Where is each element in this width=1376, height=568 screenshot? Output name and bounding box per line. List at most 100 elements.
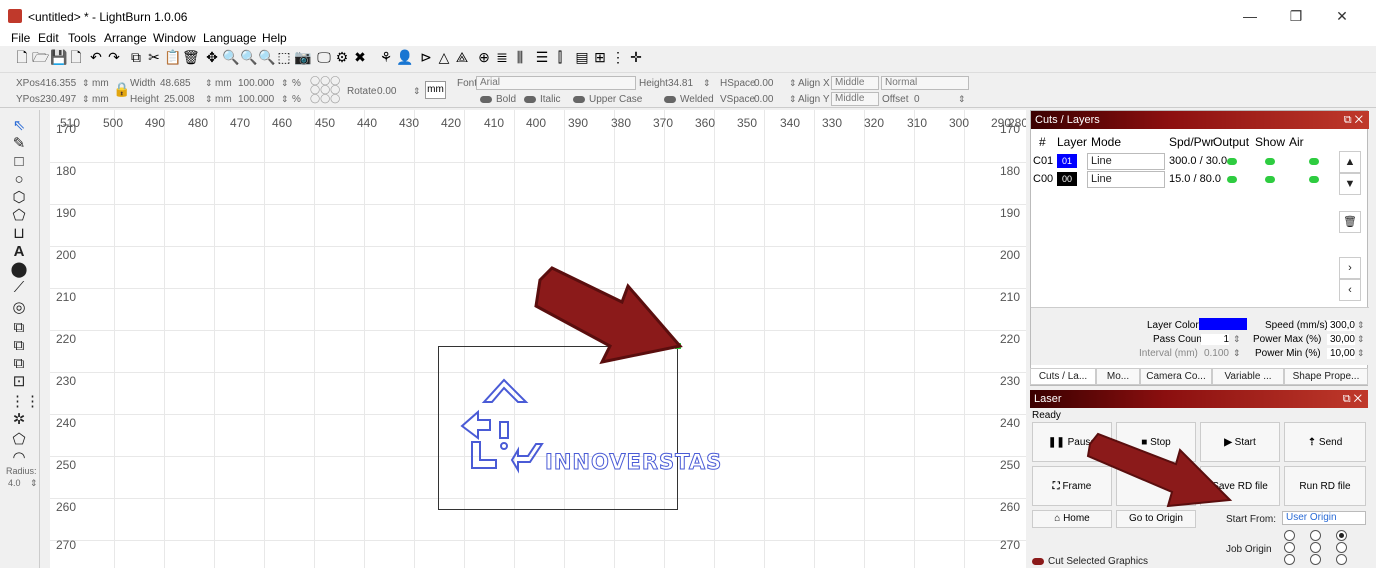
dock-icon[interactable]: ⋮	[610, 49, 626, 65]
polygon-tool-icon[interactable]: ⬡	[10, 190, 28, 206]
radius-field[interactable]: 4.0	[8, 478, 21, 488]
boolean-intersect-icon[interactable]: ⧉	[10, 356, 28, 372]
home-button[interactable]: ⌂ Home	[1032, 510, 1112, 528]
menu-edit[interactable]: Edit	[38, 31, 59, 45]
restore-button[interactable]: ❐	[1276, 6, 1316, 26]
layer-mode-select[interactable]: Line	[1087, 153, 1165, 170]
menu-window[interactable]: Window	[153, 31, 196, 45]
flip-horizontal-icon[interactable]: ⊳	[418, 49, 434, 65]
offset-tool-icon[interactable]: ◎	[10, 300, 28, 316]
show-toggle[interactable]	[1265, 176, 1275, 183]
layer-color-picker[interactable]	[1199, 318, 1247, 330]
distribute-icon[interactable]: ☰	[534, 49, 550, 65]
zoom-fit-icon[interactable]: 🔍	[258, 49, 275, 65]
width-spinner[interactable]: ⇕	[205, 78, 213, 89]
monitor-icon[interactable]: 🖵	[316, 49, 332, 65]
open-file-icon[interactable]: 🗁	[32, 49, 49, 65]
hspace-spinner[interactable]: ⇕	[789, 78, 797, 89]
tab-move[interactable]: Mo...	[1096, 368, 1140, 385]
rotate-field[interactable]: 0.00	[377, 86, 396, 97]
zoom-out-icon[interactable]: 🔍	[240, 49, 257, 65]
user-icon[interactable]: 👤	[396, 49, 413, 65]
menu-file[interactable]: File	[11, 31, 30, 45]
power-max-spinner[interactable]: ⇕	[1357, 334, 1365, 345]
rectangle-tool-icon[interactable]: □	[10, 154, 28, 170]
camera-icon[interactable]: 📷	[294, 49, 311, 65]
offset-field[interactable]: 0	[914, 94, 920, 105]
new-file-icon[interactable]: 🗋	[14, 49, 30, 65]
minimize-button[interactable]: —	[1230, 6, 1270, 26]
center-icon[interactable]: ⊕	[476, 49, 492, 65]
power-max-field[interactable]: 30,00	[1327, 334, 1355, 345]
align-y-select[interactable]: Middle	[831, 92, 879, 106]
arrange-icon[interactable]: ▤	[574, 49, 590, 65]
send-button[interactable]: ⇡ Send	[1284, 422, 1366, 462]
paste-icon[interactable]: 📋	[164, 49, 181, 65]
boolean-union-icon[interactable]: ⧉	[10, 320, 28, 336]
show-toggle[interactable]	[1265, 158, 1275, 165]
undo-icon[interactable]: ↶	[88, 49, 104, 65]
bold-toggle[interactable]: Bold	[480, 94, 516, 105]
job-origin-radio[interactable]	[1284, 554, 1295, 565]
workspace-canvas[interactable]: 510 500 490 480 470 460 450 440 430 420 …	[50, 110, 1026, 568]
distribute-v-icon[interactable]: ⫿	[552, 49, 568, 65]
height-spinner[interactable]: ⇕	[205, 94, 213, 105]
frame-selection-icon[interactable]: ⬚	[276, 49, 292, 65]
width-field[interactable]: 48.685	[160, 78, 191, 89]
position-laser-icon[interactable]: ⬤	[10, 262, 28, 278]
font-height-spinner[interactable]: ⇕	[703, 78, 711, 89]
settings-icon[interactable]: ⚙	[334, 49, 350, 65]
mirror-icon[interactable]: ⟁	[454, 49, 470, 65]
job-origin-radio[interactable]	[1284, 530, 1295, 541]
align-icon[interactable]: ≣	[494, 49, 510, 65]
xpos-spinner[interactable]: ⇕	[82, 78, 90, 89]
pass-count-spinner[interactable]: ⇕	[1233, 334, 1241, 345]
delete-icon[interactable]: 🗑	[182, 49, 200, 65]
save-as-icon[interactable]: 🗋	[68, 49, 84, 65]
flip-vertical-icon[interactable]: △	[436, 49, 452, 65]
rotate-spinner[interactable]: ⇕	[413, 86, 421, 97]
air-toggle[interactable]	[1309, 158, 1319, 165]
layer-color-swatch[interactable]: 00	[1057, 172, 1077, 186]
tools-icon[interactable]: ✖	[352, 49, 368, 65]
job-origin-radio[interactable]	[1284, 542, 1295, 553]
ypos-field[interactable]: 230.497	[40, 94, 76, 105]
font-height-field[interactable]: 34.81	[668, 78, 693, 89]
ellipse-tool-icon[interactable]: ○	[10, 172, 28, 188]
width-percent-field[interactable]: 100.000	[238, 78, 274, 89]
job-origin-radio-selected[interactable]	[1336, 530, 1347, 541]
panel-close-icon[interactable]: ⧉ ✕	[1344, 111, 1363, 129]
tab-camera-control[interactable]: Camera Co...	[1140, 368, 1212, 385]
cut-selected-toggle[interactable]: Cut Selected Graphics	[1032, 556, 1148, 567]
origin-selector[interactable]: ◯◯◯ ◯◯◯ ◯◯◯	[310, 76, 342, 106]
job-origin-radio[interactable]	[1336, 554, 1347, 565]
font-select[interactable]: Arial	[476, 76, 636, 90]
layer-mode-select[interactable]: Line	[1087, 171, 1165, 188]
draw-lines-icon[interactable]: ⬠	[10, 208, 28, 224]
menu-language[interactable]: Language	[203, 31, 256, 45]
grid-icon[interactable]: ⊞	[592, 49, 608, 65]
layer-row[interactable]: C01 01 Line 300.0 / 30.0	[1031, 153, 1337, 171]
run-rd-button[interactable]: Run RD file	[1284, 466, 1366, 506]
radius-spinner[interactable]: ⇕	[30, 478, 38, 489]
ypos-spinner[interactable]: ⇕	[82, 94, 90, 105]
edit-nodes-icon[interactable]: ✎	[10, 136, 28, 152]
frame-tool-icon[interactable]: ⊔	[10, 226, 28, 242]
vspace-field[interactable]: 0.00	[754, 94, 773, 105]
copy-icon[interactable]: ⧉	[128, 49, 144, 65]
job-origin-radio[interactable]	[1336, 542, 1347, 553]
job-origin-radio[interactable]	[1310, 530, 1321, 541]
italic-toggle[interactable]: Italic	[524, 94, 561, 105]
power-min-field[interactable]: 10,00	[1327, 348, 1355, 359]
height-percent-spinner[interactable]: ⇕	[281, 94, 289, 105]
panel-close-icon[interactable]: ⧉ ✕	[1343, 390, 1362, 408]
cut-icon[interactable]: ✂	[146, 49, 162, 65]
zoom-in-icon[interactable]: 🔍	[222, 49, 239, 65]
close-button[interactable]: ✕	[1322, 6, 1362, 26]
speed-spinner[interactable]: ⇕	[1357, 320, 1365, 331]
move-icon[interactable]: ✥	[204, 49, 220, 65]
output-toggle[interactable]	[1227, 158, 1237, 165]
width-percent-spinner[interactable]: ⇕	[281, 78, 289, 89]
corner-icon[interactable]: ⬠	[10, 432, 28, 448]
expand-right-icon[interactable]: ›	[1339, 257, 1361, 279]
